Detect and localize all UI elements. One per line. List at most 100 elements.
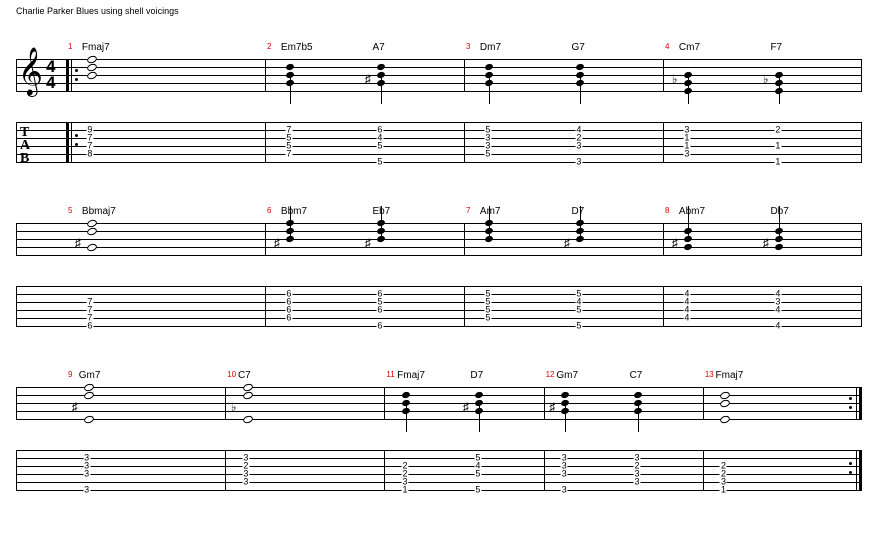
chord-row: Bbmaj7Bbm7Eb7Am7D7Abm7Db7 (16, 192, 862, 206)
tab-beat: 6566 (372, 280, 388, 336)
accidental-icon: ♯ (365, 72, 371, 86)
system: Gm7C7Fmaj7D7Gm7C7Fmaj79♯10♭11♯12♯1333333… (16, 356, 862, 500)
measure-number: 12 (546, 370, 555, 379)
tab-beat: 7776 (82, 280, 98, 336)
tab-beat: 3233 (238, 444, 254, 500)
measure: 8 ♯♯ (663, 206, 862, 272)
measure: 10♭ (225, 370, 384, 436)
tab-fret: 2 (774, 126, 781, 135)
tab-beat: 4444 (679, 280, 695, 336)
tab-fret: 3 (683, 150, 690, 159)
accidental-icon: ♯ (463, 400, 469, 414)
measure-number: 7 (466, 206, 470, 215)
tab-beat: 3233 (629, 444, 645, 500)
tab-beat: 3113 (679, 116, 695, 172)
measure-number: 13 (705, 370, 714, 379)
tab-fret: 1 (402, 486, 409, 495)
chord-beat: ♭ (770, 42, 790, 108)
tab-beat: 3333 (556, 444, 572, 500)
tab-beat: 5555 (480, 280, 496, 336)
tab-beat: 211 (770, 116, 786, 172)
measure: 4♭♭ (663, 42, 862, 108)
staff-gutter (16, 370, 66, 436)
tab-fret: 6 (376, 322, 383, 331)
time-signature: 44 (46, 59, 55, 91)
tab-fret: 3 (561, 470, 568, 479)
tab-beat: 3333 (79, 444, 95, 500)
measure: 5♯ (66, 206, 265, 272)
system: Fmaj7Em7b5A7Dm7G7Cm7F7𝄞4412♯34♭♭TAB97787… (16, 28, 862, 172)
tab-beat: 2231 (715, 444, 731, 500)
tab-fret: 5 (474, 486, 481, 495)
measure: 6♯♯ (265, 206, 464, 272)
tab-fret: 5 (484, 314, 491, 323)
tab-fret: 1 (774, 142, 781, 151)
tab-measure: 2231 (703, 444, 862, 500)
tab-label: TAB (20, 126, 30, 165)
measure-number: 8 (665, 206, 669, 215)
measure: 13 (703, 370, 862, 436)
tab-beat: 4233 (571, 116, 587, 172)
tab-gutter (16, 280, 66, 336)
tab-fret: 3 (575, 142, 582, 151)
measure-number: 3 (466, 42, 470, 51)
tab-fret: 3 (83, 486, 90, 495)
tab-fret: 6 (285, 314, 292, 323)
tab-beat: 5335 (480, 116, 496, 172)
accidental-icon: ♯ (75, 236, 81, 250)
measure: 1 (66, 42, 265, 108)
staff: 9♯10♭11♯12♯13 (16, 370, 862, 436)
tab-measure: 3233 (225, 444, 384, 500)
tab-staff: TAB977875576455533542333113211 (16, 116, 862, 172)
tab-measure: 53354233 (464, 116, 663, 172)
tab-fret: 3 (561, 486, 568, 495)
tab-beat: 2231 (397, 444, 413, 500)
tab-fret: 6 (86, 322, 93, 331)
tab-beat: 9778 (82, 116, 98, 172)
tab-fret: 3 (634, 478, 641, 487)
tab-measure: 7776 (66, 280, 265, 336)
tab-gutter (16, 444, 66, 500)
accidental-icon: ♯ (564, 236, 570, 250)
measure-number: 2 (267, 42, 271, 51)
chord-beat (82, 42, 102, 108)
accidental-icon: ♯ (672, 236, 678, 250)
tab-fret: 3 (575, 158, 582, 167)
tab-fret: 8 (86, 150, 93, 159)
chord-beat: ♯ (679, 206, 699, 272)
tab-measure: 33333233 (544, 444, 703, 500)
chord-beat (715, 370, 735, 436)
accidental-icon: ♯ (72, 400, 78, 414)
accidental-icon: ♭ (672, 72, 678, 86)
measure: 7♯ (464, 206, 663, 272)
tab-fret: 7 (285, 150, 292, 159)
chord-row: Fmaj7Em7b5A7Dm7G7Cm7F7 (16, 28, 862, 42)
treble-clef-icon: 𝄞 (18, 50, 43, 92)
tab-fret: 6 (376, 306, 383, 315)
staff: 5♯6♯♯7♯8♯♯ (16, 206, 862, 272)
accidental-icon: ♭ (231, 400, 237, 414)
measure: 12♯ (544, 370, 703, 436)
tab-fret: 5 (484, 150, 491, 159)
chord-beat: ♯ (556, 370, 576, 436)
measure-number: 4 (665, 42, 669, 51)
chord-beat (480, 42, 500, 108)
tab-measure: 66666566 (265, 280, 464, 336)
tab-measure: 75576455 (265, 116, 464, 172)
tab-beat: 6666 (281, 280, 297, 336)
tab-measure: 22315455 (384, 444, 543, 500)
tab-measure: 3113211 (663, 116, 862, 172)
chord-row: Gm7C7Fmaj7D7Gm7C7Fmaj7 (16, 356, 862, 370)
chord-beat: ♯ (470, 370, 490, 436)
tab-beat: 5455 (470, 444, 486, 500)
measure: 11♯ (384, 370, 543, 436)
tab-measure: 44444344 (663, 280, 862, 336)
chord-beat: ♭ (238, 370, 258, 436)
tab-fret: 4 (774, 322, 781, 331)
staff-gutter (16, 206, 66, 272)
measure-number: 10 (227, 370, 236, 379)
tab-fret: 5 (376, 158, 383, 167)
chord-beat (571, 42, 591, 108)
tab-fret: 5 (474, 470, 481, 479)
accidental-icon: ♭ (763, 72, 769, 86)
